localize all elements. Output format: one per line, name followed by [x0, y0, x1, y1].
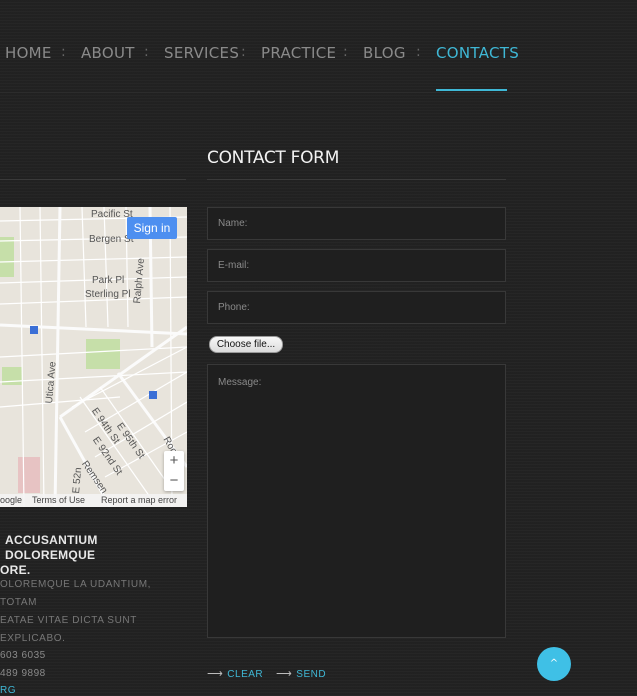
google-attribution: oogle — [0, 495, 23, 505]
name-field[interactable] — [207, 207, 506, 240]
nav-item-home[interactable]: HOME — [5, 44, 52, 62]
map-label-park: Park Pl — [92, 275, 125, 286]
scroll-to-top-button[interactable]: ^ — [537, 647, 571, 681]
map-sign-in-button[interactable]: Sign in — [127, 217, 177, 239]
zoom-in-button[interactable]: + — [164, 451, 184, 471]
nav-item-about[interactable]: ABOUT — [81, 44, 135, 62]
fax-number: 489 9898 — [0, 668, 46, 679]
map-attribution-bar: oogle Terms of Use Report a map error — [0, 494, 187, 507]
nav-item-services[interactable]: SERVICES — [164, 44, 239, 62]
contact-form-title: CONTACT FORM — [207, 148, 340, 168]
nav-item-contacts[interactable]: CONTACTS — [436, 44, 519, 62]
nav-item-practice[interactable]: PRACTICE — [261, 44, 336, 62]
nav-separator: : — [241, 44, 246, 60]
address-heading-line1: ACCUSANTIUM DOLOREMQUE — [5, 533, 98, 562]
nav-separator: : — [416, 44, 421, 60]
arrow-right-icon: ⟶ — [207, 668, 224, 680]
address-description: OLOREMQUE LA UDANTIUM, TOTAM EATAE VITAE… — [0, 576, 186, 648]
choose-file-button[interactable]: Choose file... — [209, 336, 283, 353]
email-field[interactable] — [207, 249, 506, 282]
nav-item-blog[interactable]: BLOG — [363, 44, 406, 62]
main-navigation: HOME : ABOUT : SERVICES : PRACTICE : BLO… — [0, 0, 637, 93]
chevron-up-icon: ^ — [549, 658, 559, 669]
email-link[interactable]: RG — [0, 685, 16, 696]
send-label: SEND — [296, 669, 327, 680]
form-divider — [207, 179, 506, 180]
map-embed[interactable]: Pacific St Bergen St Park Pl Sterling Pl… — [0, 207, 187, 507]
map-graphic — [0, 207, 187, 507]
phone-number: 603 6035 — [0, 650, 46, 661]
left-divider — [0, 179, 186, 180]
map-label-sterling: Sterling Pl — [85, 289, 131, 300]
clear-label: CLEAR — [227, 669, 264, 680]
address-heading: ACCUSANTIUM DOLOREMQUE ORE. — [0, 533, 186, 578]
nav-separator: : — [61, 44, 66, 60]
send-button[interactable]: ⟶ SEND — [276, 667, 326, 680]
nav-divider — [0, 92, 637, 93]
map-zoom-control: + − — [164, 451, 184, 491]
message-field[interactable] — [207, 364, 506, 638]
clear-button[interactable]: ⟶ CLEAR — [207, 667, 263, 680]
map-label-e52: E 52n — [71, 466, 85, 494]
map-report-link[interactable]: Report a map error — [101, 494, 177, 507]
arrow-right-icon: ⟶ — [276, 668, 293, 680]
map-terms-link[interactable]: Terms of Use — [32, 494, 85, 507]
active-nav-indicator — [436, 89, 507, 91]
zoom-out-button[interactable]: − — [164, 471, 184, 491]
phone-field[interactable] — [207, 291, 506, 324]
nav-separator: : — [343, 44, 348, 60]
nav-separator: : — [144, 44, 149, 60]
address-description-line2: EATAE VITAE DICTA SUNT EXPLICABO. — [0, 615, 137, 644]
address-description-line1: OLOREMQUE LA UDANTIUM, TOTAM — [0, 579, 151, 608]
